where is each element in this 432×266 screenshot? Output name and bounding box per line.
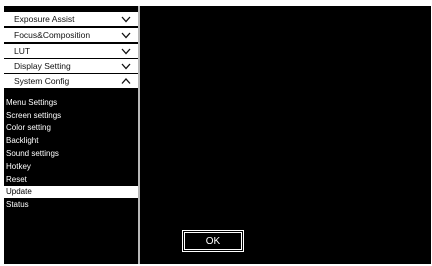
menu-exposure-assist-label: Exposure Assist (14, 14, 75, 24)
menu-exposure-assist[interactable]: Exposure Assist (4, 12, 138, 26)
sidebar-item-label: Sound settings (6, 149, 59, 158)
sidebar-item-screen-settings[interactable]: Screen settings (4, 110, 138, 122)
menu-display-setting[interactable]: Display Setting (4, 59, 138, 73)
sidebar-item-menu-settings[interactable]: Menu Settings (4, 97, 138, 109)
menu-system-config-label: System Config (14, 76, 70, 86)
sidebar-item-label: Status (6, 200, 29, 209)
menu-system-config[interactable]: System Config (4, 74, 138, 88)
sidebar-item-label: Menu Settings (6, 98, 58, 107)
chevron-up-icon (120, 74, 132, 88)
sidebar-item-update[interactable]: Update (4, 186, 138, 198)
menu-focus-composition[interactable]: Focus&Composition (4, 28, 138, 42)
chevron-down-icon (120, 12, 132, 26)
settings-sidebar: Exposure Assist Focus&Composition LUT Di… (4, 6, 138, 264)
chevron-down-icon (120, 28, 132, 42)
sidebar-item-color-setting[interactable]: Color setting (4, 122, 138, 134)
sidebar-item-label: Screen settings (6, 111, 62, 120)
menu-lut-label: LUT (14, 46, 31, 56)
chevron-down-icon (120, 59, 132, 73)
sidebar-item-label: Update (6, 187, 32, 196)
sidebar-item-status[interactable]: Status (4, 199, 138, 211)
sidebar-item-sound-settings[interactable]: Sound settings (4, 148, 138, 160)
sidebar-item-label: Backlight (6, 136, 39, 145)
sidebar-item-reset[interactable]: Reset (4, 174, 138, 186)
sidebar-item-backlight[interactable]: Backlight (4, 135, 138, 147)
ok-button[interactable]: OK (183, 231, 243, 251)
sidebar-item-label: Color setting (6, 123, 51, 132)
sidebar-item-hotkey[interactable]: Hotkey (4, 161, 138, 173)
sidebar-item-label: Hotkey (6, 162, 31, 171)
main-panel: OK (140, 6, 431, 264)
menu-display-setting-label: Display Setting (14, 61, 71, 71)
menu-focus-composition-label: Focus&Composition (14, 30, 91, 40)
sidebar-item-label: Reset (6, 175, 27, 184)
menu-lut[interactable]: LUT (4, 44, 138, 58)
display-screen: Exposure Assist Focus&Composition LUT Di… (4, 6, 431, 264)
chevron-down-icon (120, 44, 132, 58)
